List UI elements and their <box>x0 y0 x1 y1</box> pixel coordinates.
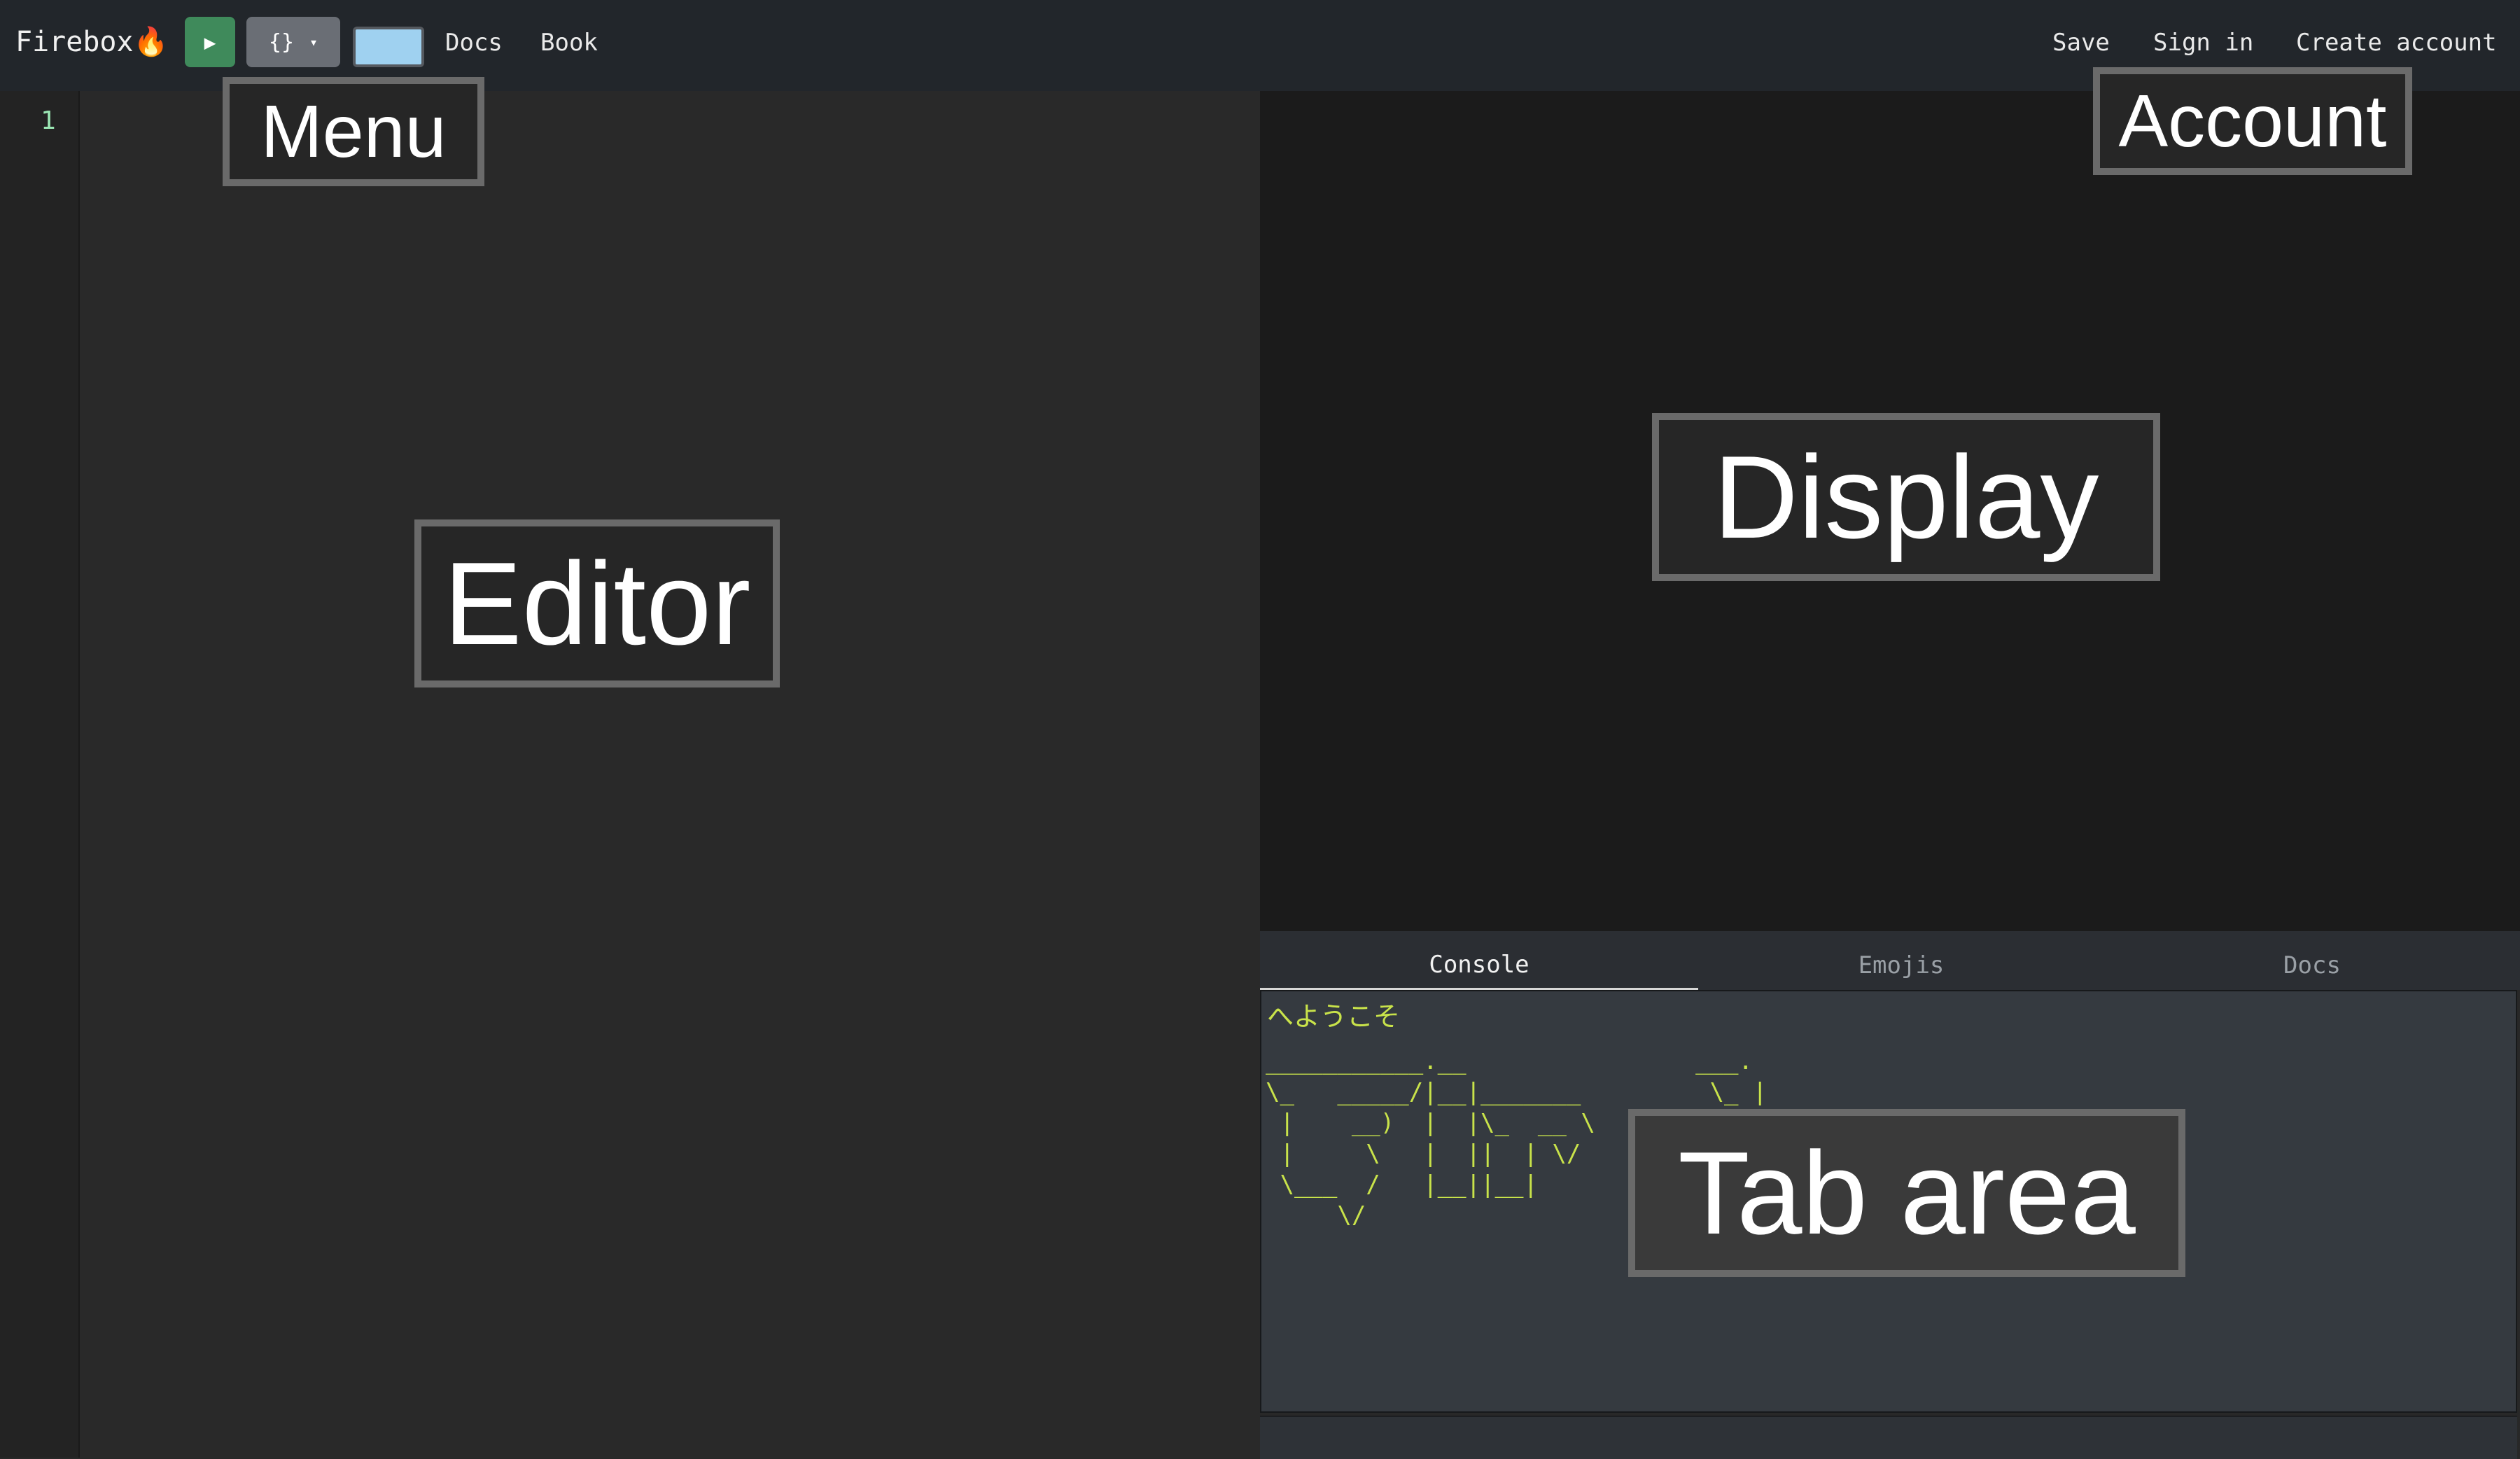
create-account-link[interactable]: Create account <box>2296 25 2497 60</box>
line-number: 1 <box>41 106 56 135</box>
tab-emojis[interactable]: Emojis <box>1698 941 2104 990</box>
book-link[interactable]: Book <box>540 25 598 60</box>
language-dropdown-button[interactable]: {} ▾ <box>246 17 340 67</box>
color-picker[interactable] <box>353 27 424 67</box>
save-link[interactable]: Save <box>2052 25 2110 60</box>
flame-icon: 🔥 <box>133 26 169 58</box>
tab-area-region-label: Tab area <box>1628 1109 2185 1277</box>
code-editor[interactable]: 1 <box>0 91 1260 1458</box>
account-region-label: Account <box>2093 67 2412 175</box>
tab-docs[interactable]: Docs <box>2104 941 2520 990</box>
console-input[interactable] <box>1260 1416 2517 1459</box>
brand-name: Firebox <box>15 26 134 58</box>
sign-in-link[interactable]: Sign in <box>2153 25 2253 60</box>
chevron-down-icon: ▾ <box>309 34 318 50</box>
tab-bar: Console Emojis Docs <box>1260 931 2520 990</box>
docs-link[interactable]: Docs <box>445 25 503 60</box>
run-button[interactable]: ▶ <box>185 17 235 67</box>
line-number-gutter: 1 <box>0 91 80 1458</box>
menu-region-label: Menu <box>223 77 484 186</box>
tab-console[interactable]: Console <box>1260 941 1698 990</box>
brand-logo[interactable]: Firebox🔥 <box>15 22 168 62</box>
display-region-label: Display <box>1652 413 2160 581</box>
play-icon: ▶ <box>204 30 216 54</box>
console-welcome-text: へようこそ <box>1267 1001 1401 1032</box>
editor-region-label: Editor <box>414 519 780 687</box>
code-braces-icon: {} <box>268 29 295 55</box>
